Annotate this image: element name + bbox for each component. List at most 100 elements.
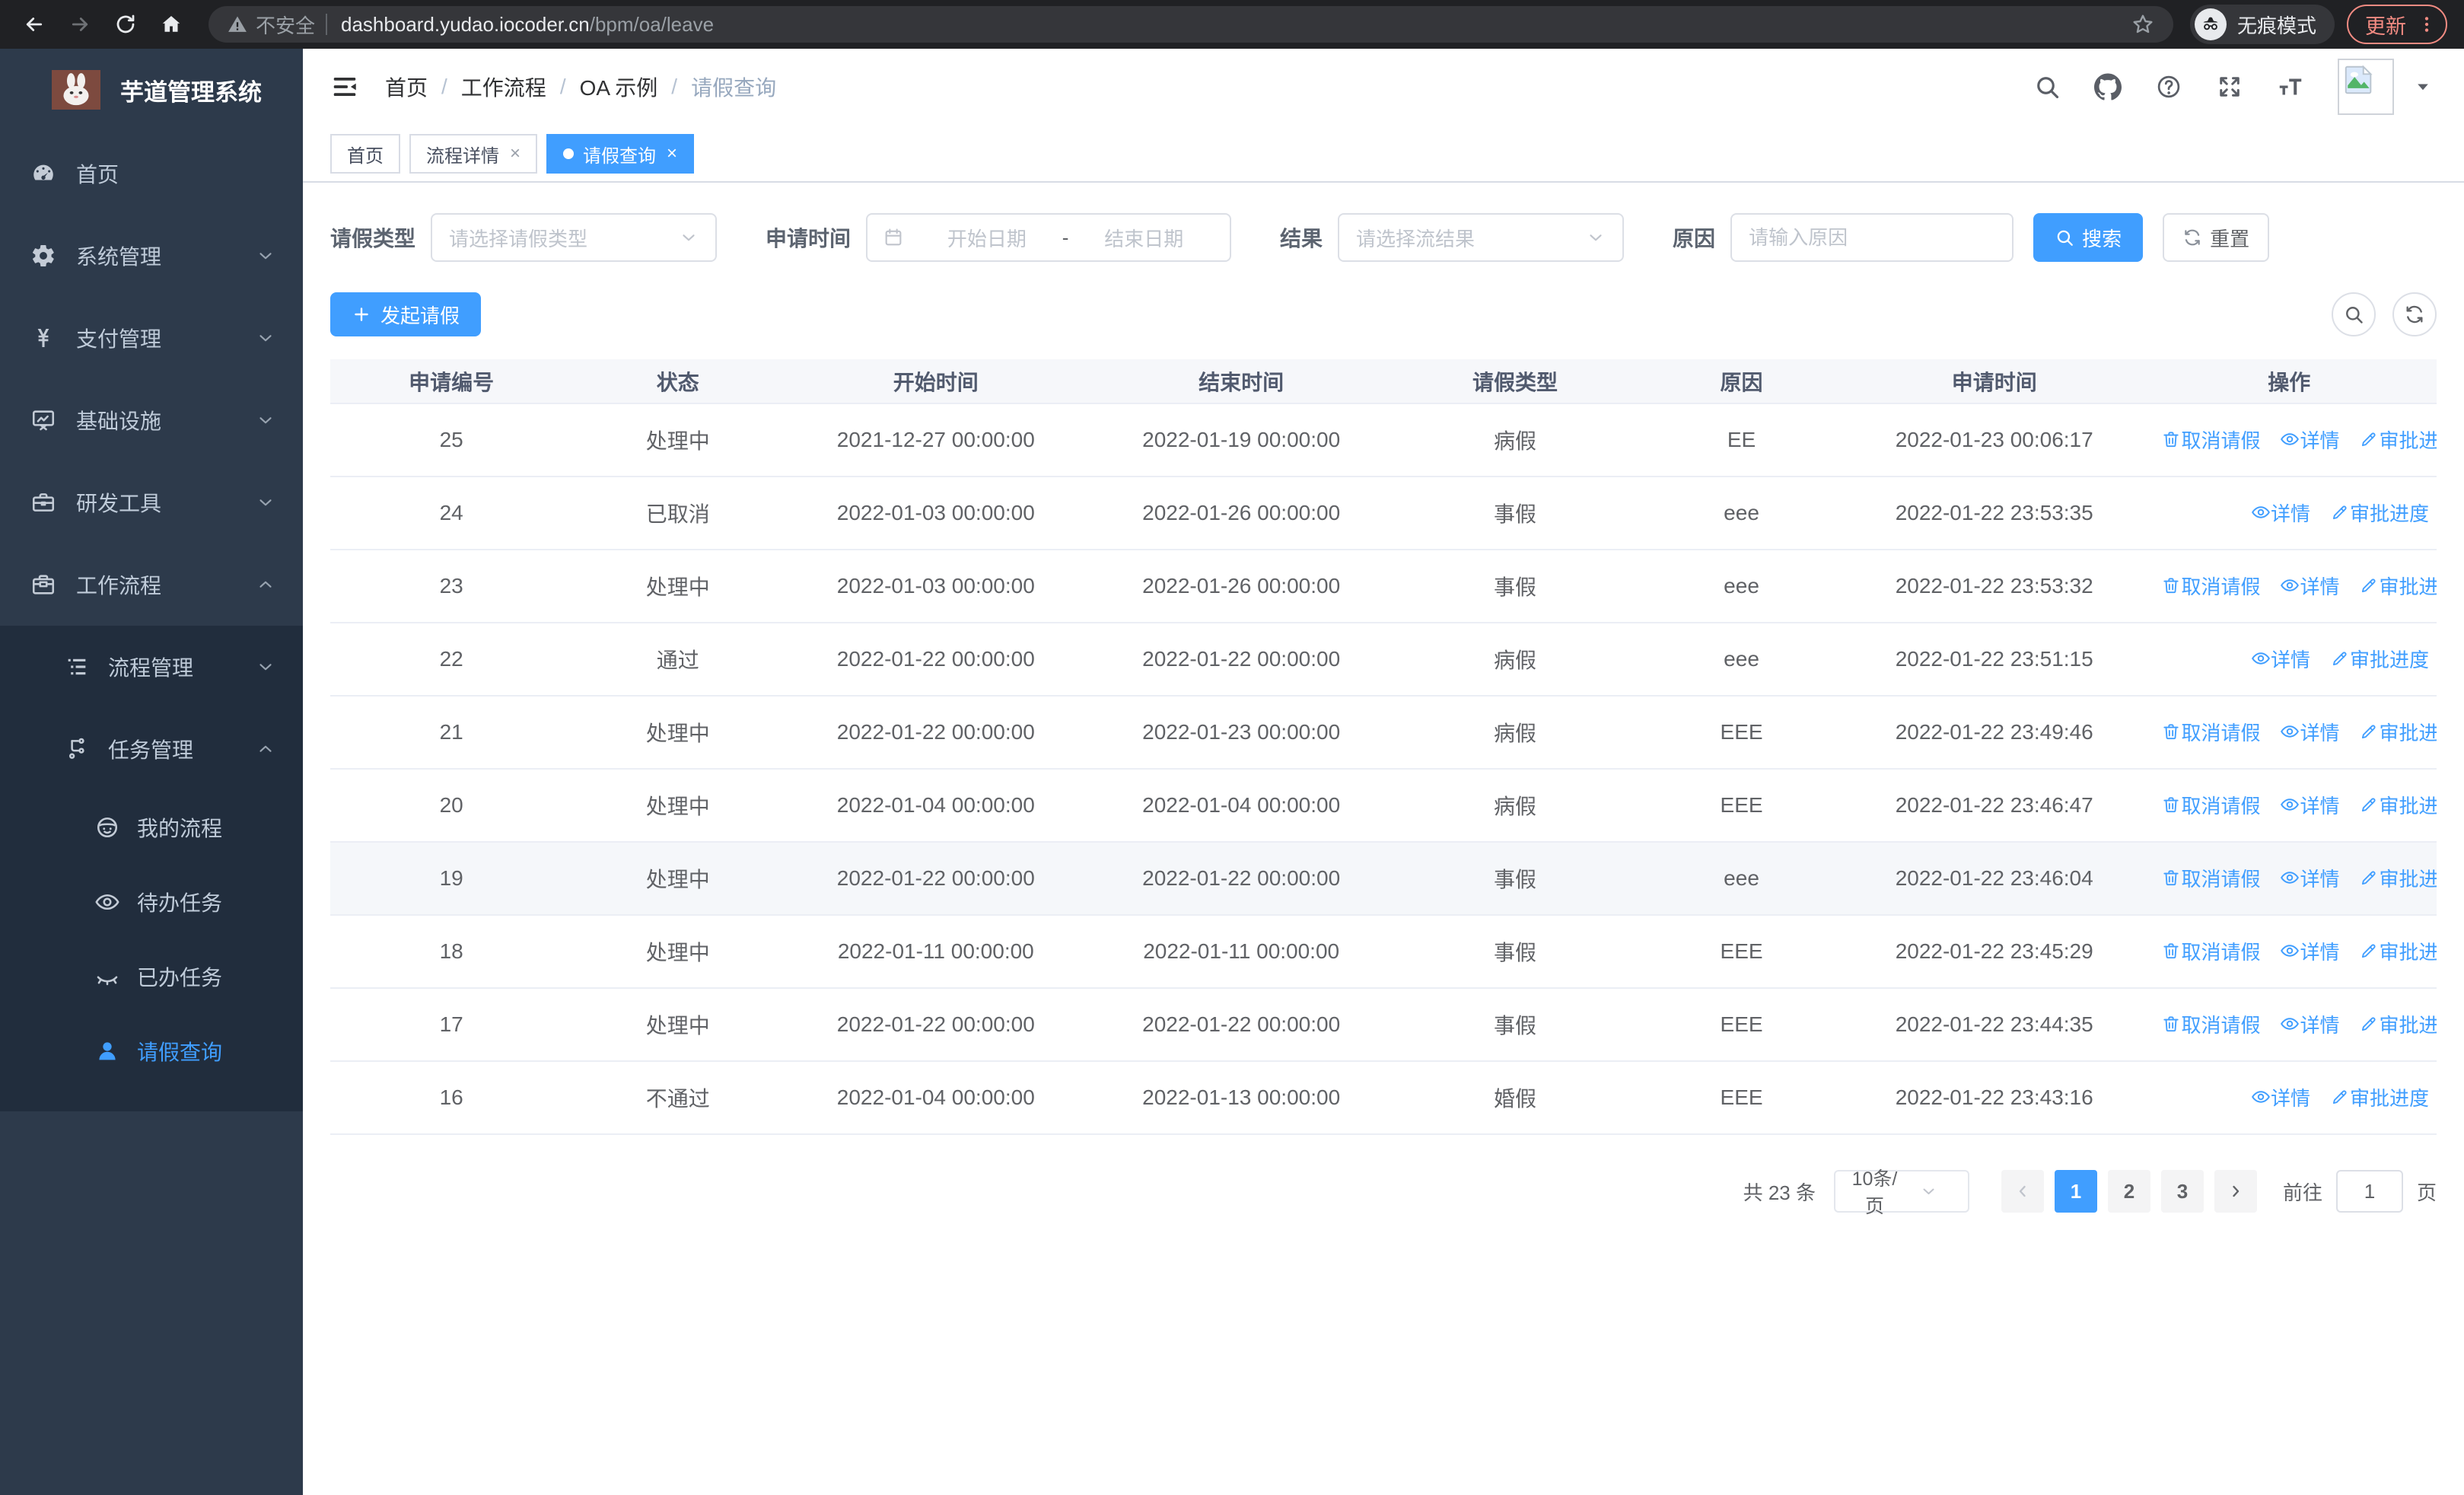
cancel-action-link[interactable]: 取消请假: [2161, 718, 2260, 746]
address-bar[interactable]: 不安全 dashboard.yudao.iocoder.cn/bpm/oa/le…: [209, 6, 2173, 43]
chevron-down-icon: [256, 492, 275, 512]
action-label: 详情: [2300, 1013, 2340, 1037]
detail-action-link[interactable]: 详情: [2251, 1083, 2310, 1111]
cancel-action-link[interactable]: 取消请假: [2161, 937, 2260, 965]
tab-bar: 首页 流程详情 × 请假查询 ×: [303, 125, 2464, 183]
reset-button[interactable]: 重置: [2163, 213, 2270, 262]
cell-reason: EEE: [1636, 769, 1847, 843]
browser-menu-icon[interactable]: [2417, 14, 2437, 34]
browser-toolbar: 不安全 dashboard.yudao.iocoder.cn/bpm/oa/le…: [0, 0, 2464, 49]
sidebar-item-home[interactable]: 首页: [0, 132, 303, 215]
result-select[interactable]: 请选择流结果: [1338, 213, 1625, 262]
sidebar-item-todo-task[interactable]: 待办任务: [0, 865, 303, 939]
breadcrumb-item[interactable]: 首页: [385, 72, 428, 102]
tab-首页[interactable]: 首页: [330, 134, 400, 174]
create-leave-button[interactable]: 发起请假: [330, 292, 482, 336]
progress-action-link[interactable]: 审批进度: [2359, 718, 2437, 746]
progress-action-link[interactable]: 审批进度: [2330, 645, 2429, 673]
avatar[interactable]: [2338, 59, 2394, 115]
browser-update-button[interactable]: 更新: [2347, 5, 2447, 44]
browser-reload-button[interactable]: [108, 7, 143, 42]
action-label: 审批进度: [2379, 1013, 2437, 1037]
sidebar-item-leave-query[interactable]: 请假查询: [0, 1014, 303, 1089]
progress-action-link[interactable]: 审批进度: [2359, 864, 2437, 892]
close-icon[interactable]: ×: [667, 145, 677, 163]
cancel-action-link[interactable]: 取消请假: [2161, 791, 2260, 819]
cancel-action-link[interactable]: 取消请假: [2161, 426, 2260, 454]
bookmark-star-icon[interactable]: [2131, 12, 2155, 37]
prev-page-button[interactable]: [2001, 1170, 2044, 1213]
goto-page-input[interactable]: [2335, 1170, 2403, 1213]
column-header: 申请时间: [1846, 359, 2142, 404]
sidebar-collapse-icon[interactable]: [330, 72, 359, 101]
tab-请假查询[interactable]: 请假查询 ×: [546, 134, 695, 174]
eye-icon: [2280, 868, 2300, 888]
page-size-select[interactable]: 10条/页: [1833, 1168, 1969, 1217]
progress-action-link[interactable]: 审批进度: [2330, 1083, 2429, 1111]
sidebar-item-my-process[interactable]: 我的流程: [0, 790, 303, 865]
cancel-action-link[interactable]: 取消请假: [2161, 864, 2260, 892]
detail-action-link[interactable]: 详情: [2280, 937, 2339, 965]
sidebar-item-payment[interactable]: 支付管理: [0, 297, 303, 379]
browser-back-button[interactable]: [17, 7, 52, 42]
leave-type-select[interactable]: 请选择请假类型: [431, 213, 718, 262]
detail-action-link[interactable]: 详情: [2280, 791, 2339, 819]
sidebar-item-process-mgmt[interactable]: 流程管理: [0, 626, 303, 708]
start-date-placeholder: 开始日期: [947, 227, 1027, 250]
page-button-3[interactable]: 3: [2160, 1170, 2204, 1213]
refresh-table-button[interactable]: [2392, 292, 2437, 336]
detail-action-link[interactable]: 详情: [2251, 499, 2310, 527]
apply-time-range-picker[interactable]: 开始日期 - 结束日期: [866, 213, 1232, 262]
sidebar-item-system[interactable]: 系统管理: [0, 215, 303, 297]
detail-action-link[interactable]: 详情: [2280, 864, 2339, 892]
breadcrumb-item[interactable]: 工作流程: [461, 72, 546, 102]
sidebar-item-done-task[interactable]: 已办任务: [0, 939, 303, 1014]
tab-流程详情[interactable]: 流程详情 ×: [409, 134, 538, 174]
cell-leave_type: 病假: [1393, 623, 1637, 696]
close-icon[interactable]: ×: [510, 145, 520, 163]
cell-status: 通过: [572, 623, 784, 696]
sidebar-item-devtools[interactable]: 研发工具: [0, 461, 303, 543]
cell-end_time: 2022-01-26 00:00:00: [1088, 477, 1394, 550]
progress-action-link[interactable]: 审批进度: [2359, 572, 2437, 600]
font-size-icon[interactable]: [2277, 73, 2304, 100]
leave-type-label: 请假类型: [330, 227, 416, 250]
progress-action-link[interactable]: 审批进度: [2359, 791, 2437, 819]
fullscreen-icon[interactable]: [2216, 73, 2243, 100]
cell-end_time: 2022-01-22 00:00:00: [1088, 988, 1394, 1062]
browser-home-button[interactable]: [154, 7, 189, 42]
search-button[interactable]: 搜索: [2033, 213, 2144, 262]
sidebar-item-infra[interactable]: 基础设施: [0, 379, 303, 461]
cancel-action-link[interactable]: 取消请假: [2161, 572, 2260, 600]
progress-action-link[interactable]: 审批进度: [2359, 1010, 2437, 1038]
action-label: 详情: [2270, 1086, 2310, 1110]
action-label: 详情: [2270, 648, 2310, 671]
progress-action-link[interactable]: 审批进度: [2330, 499, 2429, 527]
topbar: 首页 / 工作流程 / OA 示例 / 请假查询: [303, 49, 2464, 125]
detail-action-link[interactable]: 详情: [2251, 645, 2310, 673]
browser-forward-button[interactable]: [62, 7, 97, 42]
detail-action-link[interactable]: 详情: [2280, 426, 2339, 454]
help-icon[interactable]: [2155, 73, 2182, 100]
detail-action-link[interactable]: 详情: [2280, 572, 2339, 600]
next-page-button[interactable]: [2214, 1170, 2257, 1213]
user-icon: [94, 1038, 120, 1064]
sidebar-item-task-mgmt[interactable]: 任务管理: [0, 708, 303, 790]
page-button-1[interactable]: 1: [2054, 1170, 2097, 1213]
reason-input[interactable]: [1730, 213, 2014, 262]
page-url: dashboard.yudao.iocoder.cn/bpm/oa/leave: [341, 12, 715, 36]
detail-action-link[interactable]: 详情: [2280, 1010, 2339, 1038]
breadcrumb-item[interactable]: OA 示例: [580, 72, 658, 102]
toggle-search-button[interactable]: [2332, 292, 2376, 336]
chevron-down-icon[interactable]: [2412, 76, 2434, 97]
detail-action-link[interactable]: 详情: [2280, 718, 2339, 746]
sidebar-item-workflow[interactable]: 工作流程: [0, 543, 303, 626]
page-button-2[interactable]: 2: [2107, 1170, 2150, 1213]
eye-closed-icon: [94, 964, 120, 990]
cancel-action-link[interactable]: 取消请假: [2161, 1010, 2260, 1038]
cell-status: 处理中: [572, 550, 784, 623]
progress-action-link[interactable]: 审批进度: [2359, 937, 2437, 965]
github-icon[interactable]: [2094, 73, 2122, 100]
search-icon[interactable]: [2033, 73, 2061, 100]
progress-action-link[interactable]: 审批进度: [2359, 426, 2437, 454]
